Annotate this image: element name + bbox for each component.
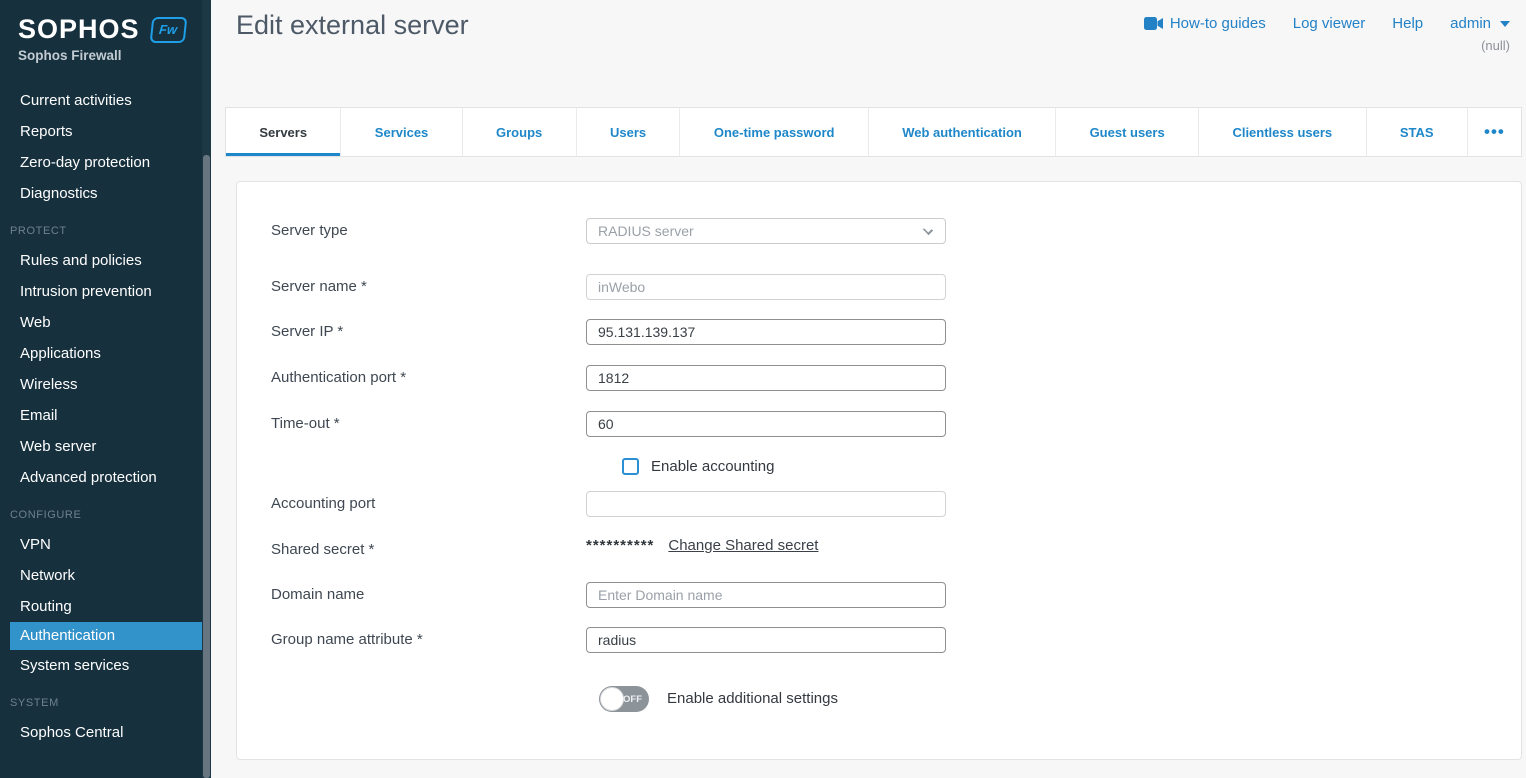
log-viewer-label: Log viewer	[1293, 15, 1366, 32]
admin-label: admin	[1450, 15, 1491, 32]
how-to-guides-link[interactable]: How-to guides	[1144, 15, 1266, 32]
tab-stas[interactable]: STAS	[1366, 108, 1467, 156]
main-area: Edit external server How-to guides Log v…	[211, 0, 1526, 778]
section-label-protect: PROTECT	[0, 225, 202, 237]
help-link[interactable]: Help	[1392, 15, 1423, 32]
sidebar-item-zero-day-protection[interactable]: Zero-day protection	[0, 147, 202, 178]
server-name-label: Server name *	[271, 274, 586, 300]
tab-users[interactable]: Users	[576, 108, 680, 156]
how-to-guides-label: How-to guides	[1170, 15, 1266, 32]
page-title: Edit external server	[236, 10, 469, 41]
timeout-input[interactable]	[586, 411, 946, 437]
sidebar-nav: Current activities Reports Zero-day prot…	[0, 85, 202, 748]
tab-web-authentication[interactable]: Web authentication	[868, 108, 1055, 156]
change-shared-secret-link[interactable]: Change Shared secret	[668, 537, 818, 555]
server-ip-label: Server IP *	[271, 319, 586, 345]
group-name-attribute-input[interactable]	[586, 627, 946, 653]
additional-settings-label: Enable additional settings	[667, 686, 838, 712]
sidebar-item-rules-and-policies[interactable]: Rules and policies	[0, 245, 202, 276]
sidebar-item-system-services[interactable]: System services	[0, 650, 202, 681]
tab-services[interactable]: Services	[340, 108, 461, 156]
sidebar-item-authentication[interactable]: Authentication	[10, 622, 202, 650]
domain-name-label: Domain name	[271, 582, 586, 608]
accounting-port-label: Accounting port	[271, 491, 586, 517]
firewall-fw-badge-icon: Fw	[149, 17, 187, 43]
user-context-text: (null)	[1481, 38, 1510, 53]
tab-clientless-users[interactable]: Clientless users	[1198, 108, 1365, 156]
server-ip-input[interactable]	[586, 319, 946, 345]
enable-accounting-label: Enable accounting	[651, 458, 774, 476]
group-name-attribute-label: Group name attribute *	[271, 627, 586, 653]
sidebar-item-advanced-protection[interactable]: Advanced protection	[0, 462, 202, 493]
timeout-label: Time-out *	[271, 411, 586, 437]
accounting-port-input[interactable]	[586, 491, 946, 517]
enable-accounting-checkbox[interactable]	[622, 458, 639, 475]
sidebar-scrollbar[interactable]	[202, 0, 211, 778]
tab-strip: Servers Services Groups Users One-time p…	[225, 107, 1522, 157]
video-camera-icon	[1144, 17, 1163, 30]
admin-menu[interactable]: admin	[1450, 15, 1510, 32]
sidebar-item-reports[interactable]: Reports	[0, 116, 202, 147]
top-links: How-to guides Log viewer Help admin	[1144, 15, 1510, 32]
sidebar-item-applications[interactable]: Applications	[0, 338, 202, 369]
sidebar-item-network[interactable]: Network	[0, 560, 202, 591]
toggle-off-text: OFF	[623, 694, 642, 705]
shared-secret-masked-value: **********	[586, 537, 654, 555]
tab-guest-users[interactable]: Guest users	[1055, 108, 1198, 156]
authentication-port-label: Authentication port *	[271, 365, 586, 391]
sidebar-item-web[interactable]: Web	[0, 307, 202, 338]
tab-servers[interactable]: Servers	[226, 108, 340, 156]
shared-secret-label: Shared secret *	[271, 537, 586, 563]
server-type-label: Server type	[271, 218, 586, 244]
sidebar-item-current-activities[interactable]: Current activities	[0, 85, 202, 116]
sophos-logo: SOPHOS	[18, 14, 140, 45]
sidebar-item-vpn[interactable]: VPN	[0, 529, 202, 560]
server-type-value: RADIUS server	[598, 223, 694, 239]
authentication-port-input[interactable]	[586, 365, 946, 391]
tab-more-ellipsis[interactable]: •••	[1467, 108, 1521, 156]
section-label-configure: CONFIGURE	[0, 509, 202, 521]
sidebar: SOPHOS Fw Sophos Firewall Current activi…	[0, 0, 211, 778]
section-label-system: SYSTEM	[0, 697, 202, 709]
server-form-card: Server type RADIUS server Server name * …	[236, 181, 1522, 760]
additional-settings-toggle[interactable]: OFF	[599, 686, 649, 712]
chevron-down-icon	[923, 225, 933, 235]
tab-groups[interactable]: Groups	[462, 108, 576, 156]
logo-block: SOPHOS Fw Sophos Firewall	[0, 0, 202, 63]
server-type-select[interactable]: RADIUS server	[586, 218, 946, 244]
server-name-input[interactable]	[586, 274, 946, 300]
log-viewer-link[interactable]: Log viewer	[1293, 15, 1366, 32]
app-window: SOPHOS Fw Sophos Firewall Current activi…	[0, 0, 1526, 778]
sidebar-item-wireless[interactable]: Wireless	[0, 369, 202, 400]
sidebar-item-routing[interactable]: Routing	[0, 591, 202, 622]
sidebar-item-email[interactable]: Email	[0, 400, 202, 431]
product-name: Sophos Firewall	[18, 48, 202, 63]
caret-down-icon	[1500, 21, 1510, 27]
domain-name-input[interactable]	[586, 582, 946, 608]
sidebar-item-web-server[interactable]: Web server	[0, 431, 202, 462]
sidebar-item-sophos-central[interactable]: Sophos Central	[0, 717, 202, 748]
sidebar-item-diagnostics[interactable]: Diagnostics	[0, 178, 202, 209]
sidebar-scrollbar-thumb[interactable]	[203, 155, 210, 778]
tab-one-time-password[interactable]: One-time password	[679, 108, 867, 156]
help-label: Help	[1392, 15, 1423, 32]
sidebar-item-intrusion-prevention[interactable]: Intrusion prevention	[0, 276, 202, 307]
toggle-knob	[600, 687, 624, 711]
